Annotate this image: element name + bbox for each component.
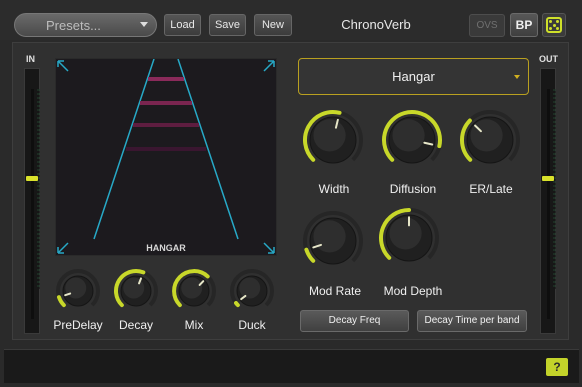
help-button[interactable]: ?	[546, 358, 568, 376]
bp-button[interactable]: BP	[510, 13, 538, 37]
presets-label: Presets...	[46, 18, 101, 33]
mod-depth-knob-graphic	[379, 208, 439, 262]
knob-highlight	[181, 277, 203, 299]
chevron-down-icon	[514, 75, 520, 79]
duck-knob[interactable]	[229, 268, 275, 319]
output-meter-label: OUT	[539, 54, 558, 64]
decay-freq-button[interactable]: Decay Freq	[300, 310, 409, 332]
room-type-dropdown[interactable]: Hangar	[298, 58, 529, 95]
predelay-label: PreDelay	[53, 318, 103, 332]
er-late-knob[interactable]	[459, 109, 521, 176]
width-knob-graphic	[303, 110, 363, 164]
knob-highlight	[239, 277, 261, 299]
diffusion-knob-graphic	[382, 110, 442, 164]
presets-dropdown[interactable]: Presets...	[14, 13, 157, 37]
randomize-button[interactable]	[542, 13, 566, 37]
dice-icon	[546, 17, 562, 33]
input-meter-label: IN	[26, 54, 35, 64]
mix-label: Mix	[184, 318, 204, 332]
input-meter	[24, 68, 40, 334]
knob-highlight	[313, 119, 346, 152]
chronoverb-window: Presets... Load Save New ChronoVerb OVS …	[0, 0, 582, 387]
knob-highlight	[392, 119, 425, 152]
width-knob[interactable]	[302, 109, 364, 176]
mix-knob-graphic	[172, 269, 216, 308]
knob-highlight	[313, 220, 346, 253]
mod-rate-knob[interactable]	[302, 210, 364, 277]
duck-label: Duck	[238, 318, 266, 332]
decay-label: Decay	[118, 318, 153, 332]
predelay-knob-graphic	[56, 269, 100, 308]
decay-knob-graphic	[114, 269, 158, 308]
duck-knob-graphic	[230, 269, 274, 308]
output-meter	[540, 68, 556, 334]
save-button[interactable]: Save	[209, 14, 246, 36]
mix-knob[interactable]	[171, 268, 217, 319]
diffusion-knob[interactable]	[381, 109, 443, 176]
footer-bar	[4, 349, 579, 383]
decay-time-per-band-button[interactable]: Decay Time per band	[417, 310, 527, 332]
width-label: Width	[318, 182, 350, 196]
predelay-knob[interactable]	[55, 268, 101, 319]
decay-knob[interactable]	[113, 268, 159, 319]
room-visualization	[57, 59, 275, 254]
mod-depth-label: Mod Depth	[383, 284, 443, 298]
input-gain-fader[interactable]	[26, 176, 38, 182]
room-type-value: Hangar	[392, 69, 435, 84]
ovs-button[interactable]: OVS	[469, 14, 505, 37]
knob-value-arc	[56, 295, 66, 308]
knob-highlight	[65, 277, 87, 299]
plugin-title: ChronoVerb	[341, 17, 411, 32]
output-gain-fader[interactable]	[542, 176, 554, 182]
mod-depth-knob[interactable]	[378, 207, 440, 274]
mod-rate-knob-graphic	[303, 211, 363, 265]
chevron-down-icon	[140, 22, 148, 27]
knob-highlight	[470, 119, 503, 152]
load-button[interactable]: Load	[164, 14, 201, 36]
new-button[interactable]: New	[254, 14, 292, 36]
room-display-label: HANGAR	[146, 243, 186, 253]
knob-value-arc	[234, 301, 240, 308]
knob-highlight	[389, 217, 422, 250]
diffusion-label: Diffusion	[389, 182, 437, 196]
room-display[interactable]: HANGAR	[55, 58, 277, 256]
mod-rate-label: Mod Rate	[308, 284, 362, 298]
er-late-knob-graphic	[460, 110, 520, 164]
er-late-label: ER/Late	[469, 182, 513, 196]
